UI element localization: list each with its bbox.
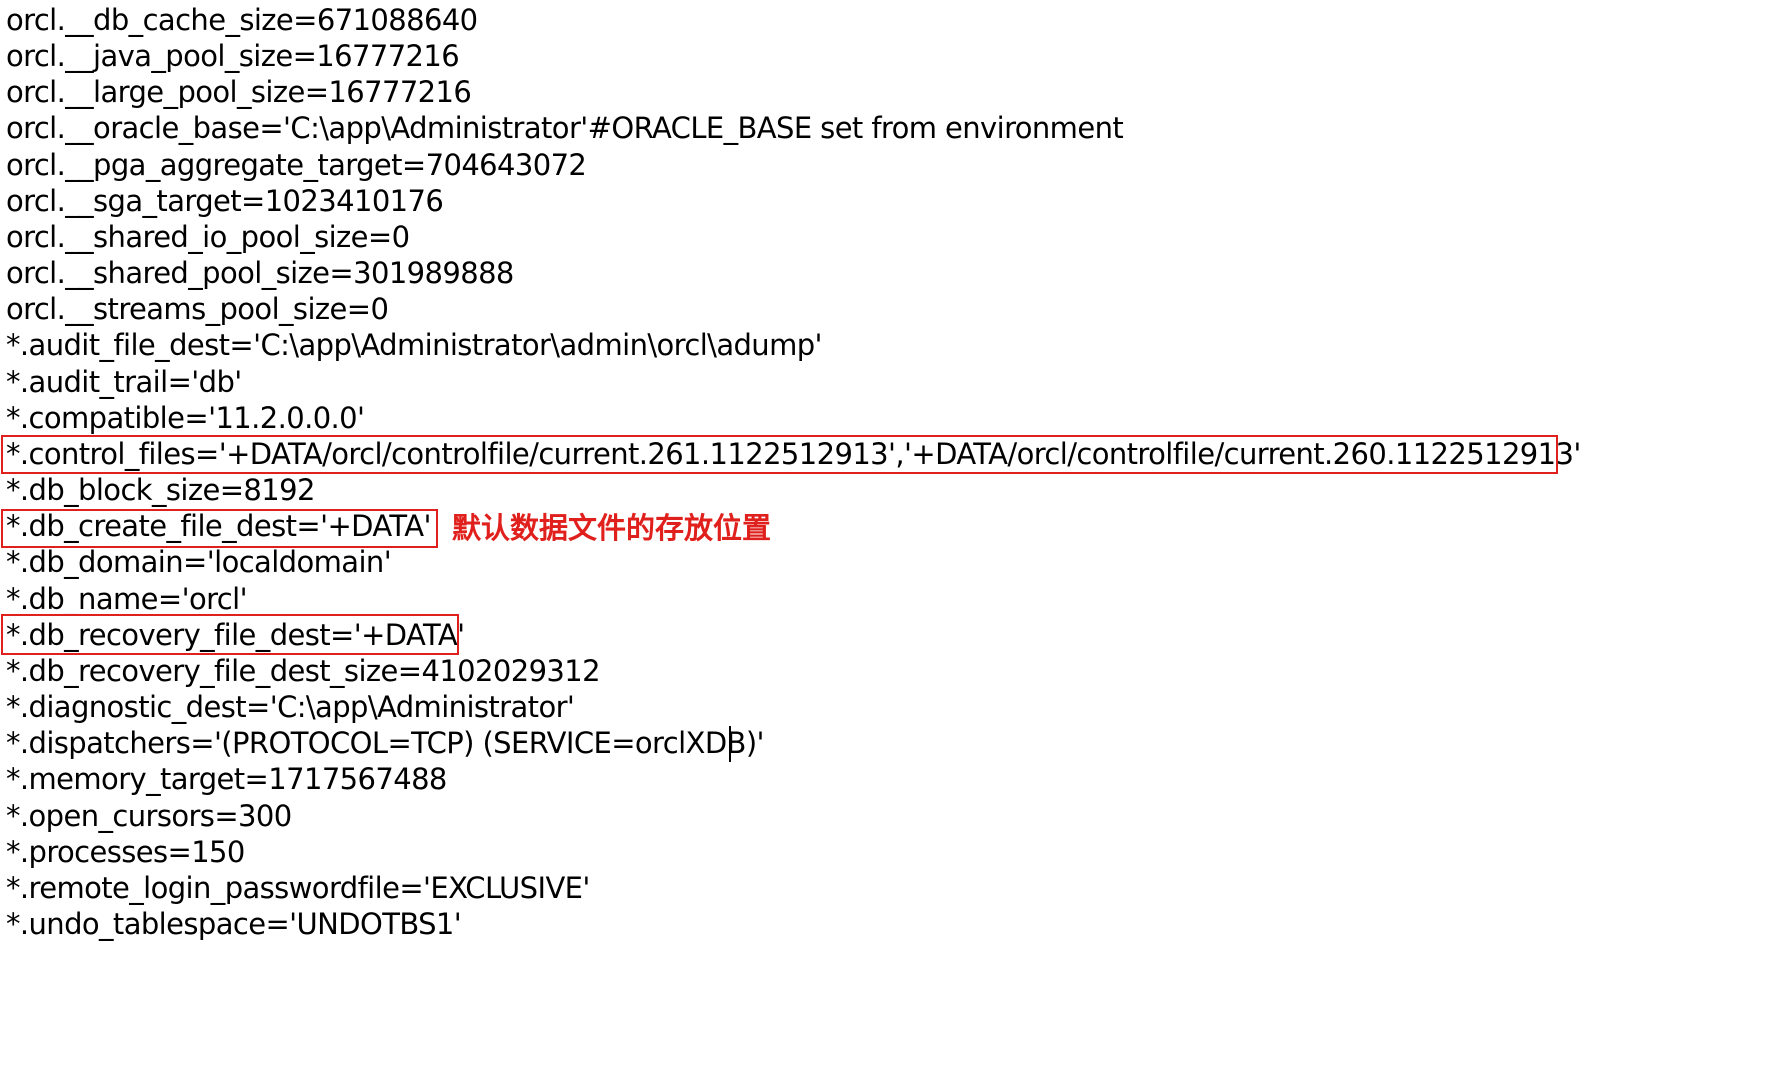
param-line-undo-tablespace[interactable]: *.undo_tablespace='UNDOTBS1': [6, 904, 462, 945]
param-line-open-cursors[interactable]: *.open_cursors=300: [6, 796, 292, 837]
param-line-shared-io-pool-size[interactable]: orcl.__shared_io_pool_size=0: [6, 217, 410, 258]
param-line-db-domain[interactable]: *.db_domain='localdomain': [6, 542, 392, 583]
param-line-db-cache-size[interactable]: orcl.__db_cache_size=671088640: [6, 0, 478, 41]
param-line-control-files[interactable]: *.control_files='+DATA/orcl/controlfile/…: [6, 434, 1581, 475]
param-line-sga-target[interactable]: orcl.__sga_target=1023410176: [6, 181, 444, 222]
param-line-db-recovery-file-dest[interactable]: *.db_recovery_file_dest='+DATA': [6, 615, 465, 656]
param-line-db-recovery-file-dest-size[interactable]: *.db_recovery_file_dest_size=4102029312: [6, 651, 601, 692]
param-line-shared-pool-size[interactable]: orcl.__shared_pool_size=301989888: [6, 253, 514, 294]
param-line-diagnostic-dest[interactable]: *.diagnostic_dest='C:\app\Administrator': [6, 687, 575, 728]
param-line-db-create-file-dest[interactable]: *.db_create_file_dest='+DATA': [6, 506, 431, 547]
text-editor[interactable]: orcl.__db_cache_size=671088640 orcl.__ja…: [0, 0, 1777, 1079]
param-line-dispatchers[interactable]: *.dispatchers='(PROTOCOL=TCP) (SERVICE=o…: [6, 723, 765, 764]
param-line-memory-target[interactable]: *.memory_target=1717567488: [6, 759, 447, 800]
param-line-java-pool-size[interactable]: orcl.__java_pool_size=16777216: [6, 36, 460, 77]
param-line-db-name[interactable]: *.db_name='orcl': [6, 579, 248, 620]
param-line-large-pool-size[interactable]: orcl.__large_pool_size=16777216: [6, 72, 472, 113]
param-line-streams-pool-size[interactable]: orcl.__streams_pool_size=0: [6, 289, 389, 330]
param-line-remote-login-passwordfile[interactable]: *.remote_login_passwordfile='EXCLUSIVE': [6, 868, 590, 909]
text-cursor: [729, 726, 731, 762]
param-line-processes[interactable]: *.processes=150: [6, 832, 245, 873]
param-line-db-block-size[interactable]: *.db_block_size=8192: [6, 470, 315, 511]
param-line-compatible[interactable]: *.compatible='11.2.0.0.0': [6, 398, 365, 439]
param-line-audit-file-dest[interactable]: *.audit_file_dest='C:\app\Administrator\…: [6, 325, 823, 366]
param-line-audit-trail[interactable]: *.audit_trail='db': [6, 362, 242, 403]
annotation-default-datafile-location: 默认数据文件的存放位置: [452, 511, 772, 545]
param-line-oracle-base[interactable]: orcl.__oracle_base='C:\app\Administrator…: [6, 108, 1124, 149]
param-line-pga-aggregate-target[interactable]: orcl.__pga_aggregate_target=704643072: [6, 145, 587, 186]
